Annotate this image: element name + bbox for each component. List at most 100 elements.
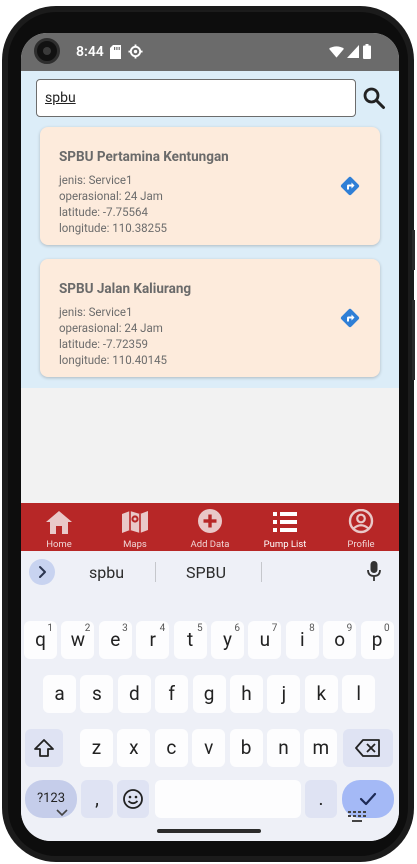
key-s[interactable]: s xyxy=(80,675,114,713)
key-number-hint: 5 xyxy=(196,623,203,634)
search-input-value: spbu xyxy=(45,90,76,106)
period-key[interactable]: . xyxy=(305,780,337,818)
key-c[interactable]: c xyxy=(154,729,188,767)
nav-label-maps: Maps xyxy=(123,539,147,550)
key-i[interactable]: i8 xyxy=(285,621,319,659)
emoji-key[interactable] xyxy=(117,780,149,818)
key-label: q xyxy=(35,628,46,651)
pump-list-content: spbu SPBU Pertamina Kentungan jenis: Ser… xyxy=(21,71,399,388)
key-number-hint: 3 xyxy=(122,623,128,634)
key-k[interactable]: k xyxy=(304,675,338,713)
directions-icon[interactable] xyxy=(340,308,360,328)
shift-icon xyxy=(34,739,54,757)
keyboard-switch-icon[interactable] xyxy=(348,811,366,823)
settings-icon xyxy=(128,44,143,59)
key-z[interactable]: z xyxy=(80,729,113,767)
nav-item-profile[interactable]: Profile xyxy=(323,503,399,551)
status-time: 8:44 xyxy=(76,44,104,60)
nav-label-add-data: Add Data xyxy=(190,539,230,550)
battery-icon xyxy=(363,44,371,59)
key-p[interactable]: p0 xyxy=(360,621,394,659)
home-icon xyxy=(46,511,72,534)
key-label: t xyxy=(186,628,194,651)
key-number-hint: 6 xyxy=(234,623,240,634)
station-latitude: latitude: -7.72359 xyxy=(59,337,148,351)
station-card[interactable]: SPBU Pertamina Kentungan jenis: Service1… xyxy=(40,127,380,245)
wifi-icon xyxy=(329,46,344,58)
key-o[interactable]: o9 xyxy=(323,621,357,659)
checkmark-icon xyxy=(359,792,377,806)
nav-label-pump-list: Pump List xyxy=(263,539,307,550)
onscreen-keyboard: spbu SPBU q1w2e3r4t5y6u7i8o9p0 asdfghjkl… xyxy=(21,551,399,841)
list-icon xyxy=(273,512,297,532)
station-card[interactable]: SPBU Jalan Kaliurang jenis: Service1 ope… xyxy=(40,259,380,377)
backspace-key[interactable] xyxy=(343,729,393,767)
key-r[interactable]: r4 xyxy=(136,621,170,659)
cell-signal-icon xyxy=(347,45,359,58)
station-type: jenis: Service1 xyxy=(59,305,133,319)
station-longitude: longitude: 110.40145 xyxy=(59,353,168,367)
key-g[interactable]: g xyxy=(192,675,226,713)
directions-icon[interactable] xyxy=(340,176,360,196)
station-type: jenis: Service1 xyxy=(59,173,133,187)
suggestion-item[interactable]: spbu xyxy=(89,563,124,582)
keyboard-menu-button[interactable] xyxy=(29,559,55,585)
nav-item-home[interactable]: Home xyxy=(21,503,97,551)
key-w[interactable]: w2 xyxy=(61,621,95,659)
sd-card-icon xyxy=(110,45,121,59)
search-icon[interactable] xyxy=(362,86,386,110)
search-input[interactable]: spbu xyxy=(36,79,356,117)
station-latitude: latitude: -7.75564 xyxy=(59,205,148,219)
backspace-icon xyxy=(355,739,380,757)
nav-item-add-data[interactable]: Add Data xyxy=(172,503,248,551)
station-name: SPBU Jalan Kaliurang xyxy=(59,281,192,297)
gesture-home-bar[interactable] xyxy=(157,829,261,833)
chevron-down-icon[interactable] xyxy=(56,809,68,817)
key-t[interactable]: t5 xyxy=(173,621,207,659)
comma-key[interactable]: , xyxy=(81,780,113,818)
space-key[interactable] xyxy=(155,780,301,818)
key-number-hint: 2 xyxy=(84,623,91,634)
emoji-icon xyxy=(123,789,143,809)
key-d[interactable]: d xyxy=(117,675,151,713)
key-e[interactable]: e3 xyxy=(98,621,132,659)
microphone-icon[interactable] xyxy=(367,561,381,583)
key-a[interactable]: a xyxy=(43,675,76,713)
key-l[interactable]: l xyxy=(342,675,376,713)
add-circle-icon xyxy=(198,509,222,533)
key-n[interactable]: n xyxy=(267,729,300,767)
key-x[interactable]: x xyxy=(117,729,151,767)
key-m[interactable]: m xyxy=(304,729,338,767)
shift-key[interactable] xyxy=(25,729,63,767)
phone-device: 8:44 spbu SPBU Pertamina Kentungan jenis… xyxy=(0,0,417,864)
key-label: o xyxy=(334,628,346,651)
key-number-hint: 9 xyxy=(346,623,353,634)
key-u[interactable]: u7 xyxy=(248,621,282,659)
chevron-right-icon xyxy=(39,566,46,578)
nav-item-pump-list[interactable]: Pump List xyxy=(247,503,323,551)
key-label: y xyxy=(223,628,232,651)
nav-item-maps[interactable]: Maps xyxy=(97,503,173,551)
key-y[interactable]: y6 xyxy=(211,621,244,659)
key-label: i xyxy=(299,628,305,651)
key-q[interactable]: q1 xyxy=(24,621,57,659)
nav-label-home: Home xyxy=(46,539,72,550)
key-label: r xyxy=(149,628,156,651)
suggestion-item[interactable]: SPBU xyxy=(186,563,226,582)
station-hours: operasional: 24 Jam xyxy=(59,189,163,203)
key-label: u xyxy=(259,628,271,651)
account-circle-icon xyxy=(348,509,374,534)
screen: 8:44 spbu SPBU Pertamina Kentungan jenis… xyxy=(21,33,399,841)
station-name: SPBU Pertamina Kentungan xyxy=(59,149,229,165)
volume-button xyxy=(412,230,415,270)
key-v[interactable]: v xyxy=(192,729,226,767)
key-f[interactable]: f xyxy=(155,675,189,713)
key-label: e xyxy=(110,628,121,651)
symbols-key[interactable]: ?123 xyxy=(25,780,77,818)
key-j[interactable]: j xyxy=(267,675,301,713)
bottom-navigation: Home Maps Add Data Pump List Profile xyxy=(21,503,399,551)
key-b[interactable]: b xyxy=(229,729,263,767)
station-hours: operasional: 24 Jam xyxy=(59,321,163,335)
key-h[interactable]: h xyxy=(230,675,263,713)
power-button xyxy=(412,300,415,380)
